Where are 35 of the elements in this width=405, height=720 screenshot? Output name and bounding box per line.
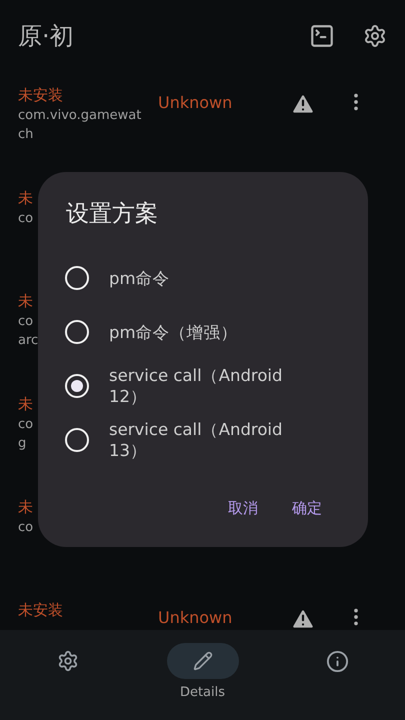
app-title: 原·初 [18,21,75,52]
package-name: co [18,210,34,228]
state-label: Unknown [158,608,234,627]
radio-button[interactable] [65,374,89,398]
dialog-title: 设置方案 [66,200,159,229]
package-name: co [18,519,34,537]
package-name: arc [18,332,38,350]
settings-icon[interactable] [363,24,387,48]
option-label: pm命令 [109,268,171,288]
info-icon [326,650,349,672]
dialog-button[interactable]: 取消 [228,499,258,518]
option-label: service call（Android 13） [109,419,284,461]
package-name: co [18,313,34,331]
nav-label: Details [180,685,226,700]
install-status: 未 [18,291,33,312]
install-status: 未 [18,497,33,518]
radio-button[interactable] [65,428,89,452]
settings-icon [56,650,78,672]
radio-button[interactable] [65,266,89,290]
terminal-icon[interactable] [309,23,335,49]
radio-button[interactable] [65,320,89,344]
package-name: ch [18,126,34,144]
state-label: Unknown [158,93,234,112]
install-status: 未 [18,394,33,415]
package-name: g [18,435,26,453]
option-label: service call（Android 12） [109,365,284,407]
install-status: 未安装 [18,600,63,621]
option-label: pm命令（增强） [109,322,239,342]
pencil-icon [192,651,212,671]
install-status: 未 [18,188,33,209]
package-name: com.vivo.gamewat [18,107,142,125]
nav-button[interactable] [166,643,238,679]
package-name: co [18,416,34,434]
install-status: 未安装 [18,85,63,106]
dialog-button[interactable]: 确定 [292,499,322,518]
